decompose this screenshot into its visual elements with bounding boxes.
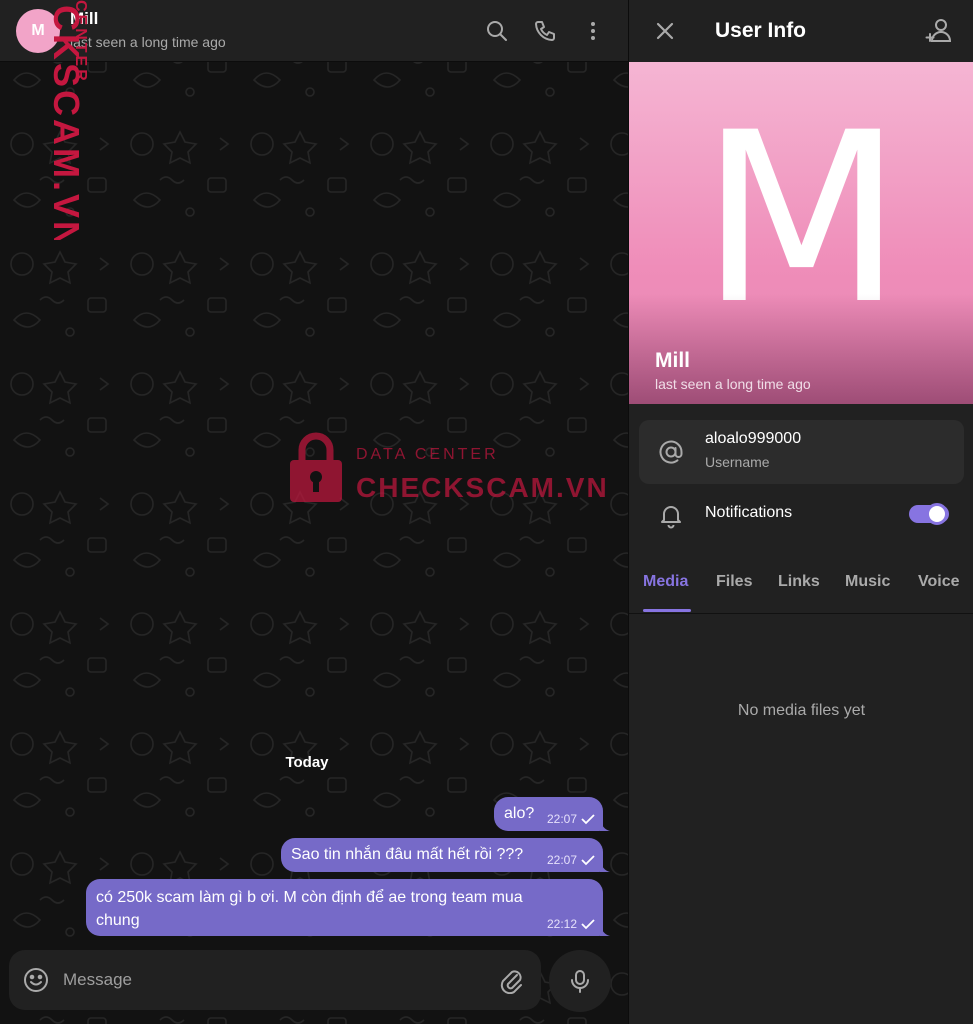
profile-name: Mill [655, 349, 690, 372]
search-button[interactable] [479, 13, 515, 49]
voice-record-button[interactable] [549, 950, 611, 1012]
username-label: Username [705, 454, 770, 470]
search-icon [487, 21, 507, 41]
notifications-toggle[interactable] [909, 503, 949, 525]
message-text: có 250k scam làm gì b ơi. M còn định để … [96, 889, 523, 929]
check-icon [581, 814, 595, 825]
username-value: aloalo999000 [705, 430, 802, 447]
chat-title[interactable]: Mill [70, 9, 98, 29]
toggle-knob [926, 503, 948, 525]
phone-icon [535, 21, 555, 41]
tab-links[interactable]: Links [778, 573, 820, 591]
chat-header: M Mill last seen a long time ago [0, 0, 628, 62]
message-bubble[interactable]: alo? 22:07 [494, 797, 610, 831]
tab-music[interactable]: Music [845, 573, 890, 591]
profile-status: last seen a long time ago [655, 376, 811, 392]
message-input[interactable] [63, 964, 483, 996]
message-time: 22:12 [546, 917, 577, 931]
emoji-button[interactable] [23, 967, 49, 993]
notifications-row[interactable]: Notifications [639, 490, 964, 538]
tab-voice[interactable]: Voice [918, 573, 960, 591]
smile-icon [24, 968, 48, 992]
message-text: alo? [504, 805, 535, 822]
add-contact-button[interactable] [925, 16, 955, 46]
paperclip-icon [500, 970, 522, 994]
bell-icon [661, 506, 681, 529]
more-button[interactable] [575, 13, 611, 49]
microphone-icon [571, 970, 589, 993]
chat-avatar[interactable]: M [16, 9, 60, 53]
close-icon [656, 22, 674, 40]
profile-photo[interactable]: M Mill last seen a long time ago [629, 62, 973, 404]
panel-title: User Info [715, 19, 807, 42]
message-time: 22:07 [546, 812, 577, 826]
at-sign-icon [659, 440, 683, 464]
chat-panel: M Mill last seen a long time ago CKSCAM.… [0, 0, 628, 1024]
empty-media-message: No media files yet [737, 702, 866, 719]
bubble-tail [600, 860, 610, 872]
message-bubble[interactable]: Sao tin nhắn đâu mất hết rồi ??? 22:07 [281, 838, 610, 872]
tab-media[interactable]: Media [643, 573, 688, 591]
message-composer [9, 950, 541, 1010]
media-tabs: Media Files Links Music Voice [629, 562, 973, 614]
close-button[interactable] [651, 17, 679, 45]
username-row[interactable]: aloalo999000 Username [639, 420, 964, 484]
notifications-label: Notifications [705, 504, 793, 521]
call-button[interactable] [527, 13, 563, 49]
check-icon [581, 855, 595, 866]
message-meta: 22:07 [547, 853, 595, 867]
add-user-icon [925, 19, 952, 42]
chat-status: last seen a long time ago [70, 34, 226, 50]
more-vertical-icon [591, 22, 595, 40]
message-meta: 22:07 [547, 812, 595, 826]
user-info-header: User Info [629, 0, 973, 62]
message-bubble[interactable]: có 250k scam làm gì b ơi. M còn định để … [86, 879, 610, 936]
message-text: Sao tin nhắn đâu mất hết rồi ??? [291, 846, 524, 863]
tab-files[interactable]: Files [716, 573, 752, 591]
message-meta: 22:12 [547, 917, 595, 931]
active-tab-indicator [643, 609, 691, 612]
bubble-tail [600, 819, 610, 831]
bubble-tail [600, 924, 610, 936]
date-separator: Today [0, 754, 614, 772]
message-time: 22:07 [546, 853, 577, 867]
user-info-panel: User Info M Mill last seen a long time a… [628, 0, 973, 1024]
attach-button[interactable] [497, 966, 525, 994]
date-label: Today [285, 754, 329, 771]
check-icon [581, 919, 595, 930]
